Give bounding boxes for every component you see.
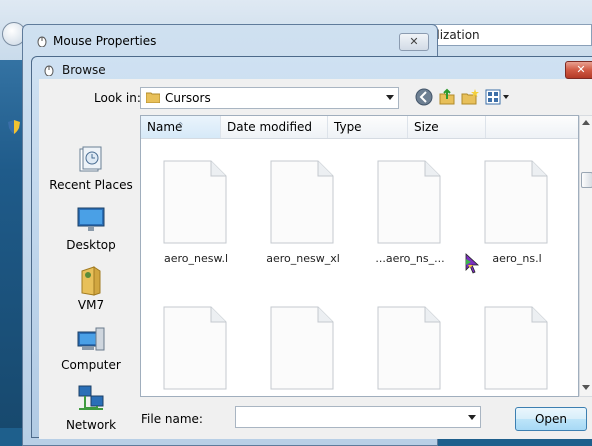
place-vm7[interactable] [45,263,137,300]
document-icon [377,306,441,390]
scrollbar-thumb[interactable] [581,172,592,188]
sort-ascending-icon: ^ [177,121,184,130]
file-item[interactable]: aero_nesw_l [141,306,231,396]
dialog-title: Browse [62,63,106,77]
mouse-icon [37,36,47,47]
desktop-icon [77,207,105,231]
file-item[interactable]: aero_nesw_xl [248,160,340,270]
vertical-scrollbar[interactable] [579,115,592,397]
document-icon [270,306,334,390]
scroll-down-icon[interactable] [582,385,590,390]
column-header-row: ^ Name Date modified Type Size [141,116,578,139]
document-icon [270,160,334,244]
document-icon [377,160,441,244]
rainbow-cursor-icon [465,253,480,274]
mouse-icon [44,65,54,76]
look-in-label: Look in: [94,91,141,105]
shield-icon [8,120,20,134]
look-in-value: Cursors [165,91,211,105]
user-folder-icon [81,266,101,296]
place-label-computer: Computer [61,358,121,372]
column-type-label: Type [334,120,362,134]
up-folder-icon[interactable] [437,87,457,107]
document-icon [163,160,227,244]
background-address-bar[interactable]: alization [420,24,592,46]
column-date-label: Date modified [227,120,313,134]
file-item[interactable]: ...aero_ns_... [355,160,445,270]
open-button[interactable]: Open [515,407,587,431]
place-computer[interactable] [45,324,137,357]
file-item[interactable]: aero_nesw_xl [248,306,338,396]
document-icon [484,160,548,244]
file-name: aero_nesw.l [163,252,229,265]
file-name: ...aero_ns_... [375,252,445,265]
place-recent-places[interactable] [45,145,137,178]
folder-icon [146,92,160,103]
file-name: aero_nesw_xl [266,252,340,265]
recent-places-icon [79,146,102,172]
views-menu-icon[interactable] [484,87,512,107]
file-item[interactable]: aero_ns_l [462,306,552,396]
file-list-view[interactable]: ^ Name Date modified Type Size aero_nesw… [140,115,579,397]
place-label-network: Network [65,418,117,432]
column-header-name[interactable]: ^ Name [141,116,221,138]
network-icon [78,385,104,410]
place-desktop[interactable] [45,205,137,238]
file-name-label: File name: [141,412,203,426]
computer-icon [77,327,105,351]
chevron-down-icon [386,95,394,100]
chevron-down-icon[interactable] [468,415,476,420]
column-header-date-modified[interactable]: Date modified [221,116,328,138]
places-bar: Recent Places Desktop VM7 Computer Netwo… [45,111,137,441]
mouse-properties-title: Mouse Properties [53,34,157,48]
place-label-recent-places: Recent Places [49,178,133,192]
document-icon [484,306,548,390]
mouse-properties-close-button[interactable]: ✕ [399,33,429,51]
back-arrow-icon[interactable] [414,87,434,107]
place-network[interactable] [45,384,137,417]
look-in-combobox[interactable]: Cursors [140,87,399,109]
column-size-label: Size [414,120,439,134]
column-header-type[interactable]: Type [328,116,408,138]
place-label-desktop: Desktop [66,238,116,252]
file-item[interactable]: aero_nesw.l [141,160,231,270]
document-icon [163,306,227,390]
dialog-close-button[interactable]: ✕ [565,61,592,79]
new-folder-icon[interactable] [460,87,480,107]
browse-dialog: Browse ✕ Look in: Cursors Recent Places … [31,56,592,439]
scroll-up-icon[interactable] [582,120,590,125]
file-item[interactable]: aero_ns [355,306,445,396]
file-name-input[interactable] [235,406,481,428]
place-label-vm7: VM7 [77,298,105,312]
dialog-client-area: Look in: Cursors Recent Places Desktop V… [39,79,592,439]
column-header-size[interactable]: Size [408,116,486,138]
